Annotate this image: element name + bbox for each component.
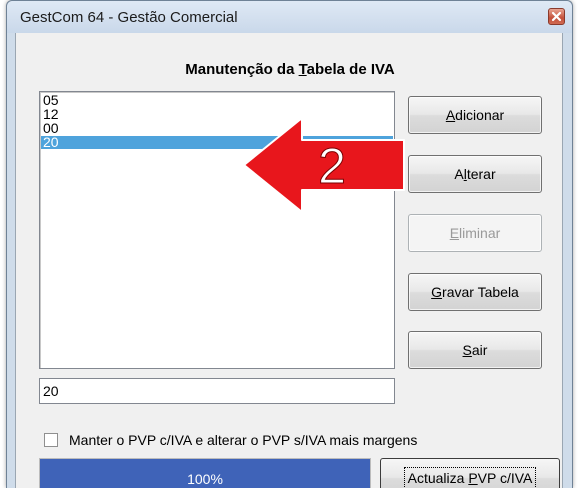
eliminar-button: Eliminar: [408, 214, 542, 252]
actualiza-mnemonic: P: [468, 470, 478, 486]
eliminar-mnemonic: E: [449, 225, 460, 241]
progress-label: 100%: [187, 470, 223, 487]
heading-mnemonic: T: [298, 61, 307, 78]
close-icon: [551, 11, 562, 22]
list-item[interactable]: 05: [41, 93, 393, 107]
title-bar[interactable]: GestCom 64 - Gestão Comercial: [7, 1, 572, 33]
gravar-mnemonic: G: [431, 284, 443, 300]
manter-pvp-checkbox[interactable]: [44, 433, 58, 447]
window-title: GestCom 64 - Gestão Comercial: [20, 9, 238, 26]
dialog-heading: Manutenção da Tabela de IVA: [16, 61, 564, 78]
adicionar-label: dicionar: [455, 107, 505, 123]
actualiza-focus-rect: Actualiza PVP c/IVA: [403, 467, 537, 488]
sair-button[interactable]: Sair: [408, 331, 542, 369]
alterar-label: terar: [466, 166, 496, 182]
actualiza-label: VP c/IVA: [477, 470, 533, 486]
manter-pvp-checkbox-label[interactable]: Manter o PVP c/IVA e alterar o PVP s/IVA…: [69, 432, 417, 448]
close-button[interactable]: [548, 8, 565, 25]
annotation-arrow-icon: 2: [243, 117, 405, 213]
eliminar-label: liminar: [459, 225, 501, 241]
actualiza-label-pre: Actualiza: [407, 470, 469, 486]
sair-mnemonic: S: [462, 342, 472, 358]
app-window: GestCom 64 - Gestão Comercial Manutenção…: [6, 0, 573, 488]
actualiza-pvp-button[interactable]: Actualiza PVP c/IVA: [380, 458, 560, 488]
adicionar-button[interactable]: Adicionar: [408, 96, 542, 134]
heading-text-pre: Manutenção da: [185, 61, 299, 78]
annotation-number: 2: [318, 138, 346, 194]
gravar-label: ravar Tabela: [442, 284, 519, 300]
manter-pvp-checkbox-row[interactable]: Manter o PVP c/IVA e alterar o PVP s/IVA…: [44, 431, 417, 449]
adicionar-mnemonic: A: [445, 107, 456, 123]
alterar-label-pre: A: [454, 166, 464, 182]
progress-bar: 100%: [39, 458, 371, 488]
alterar-button[interactable]: Al terar: [408, 155, 542, 193]
gravar-tabela-button[interactable]: Gravar Tabela: [408, 273, 542, 311]
iva-rate-input[interactable]: 20: [39, 378, 395, 404]
heading-text-post: abela de IVA: [306, 61, 395, 78]
dialog-client-area: Manutenção da Tabela de IVA 05 12 00 20 …: [15, 33, 563, 488]
sair-label: air: [471, 342, 488, 358]
